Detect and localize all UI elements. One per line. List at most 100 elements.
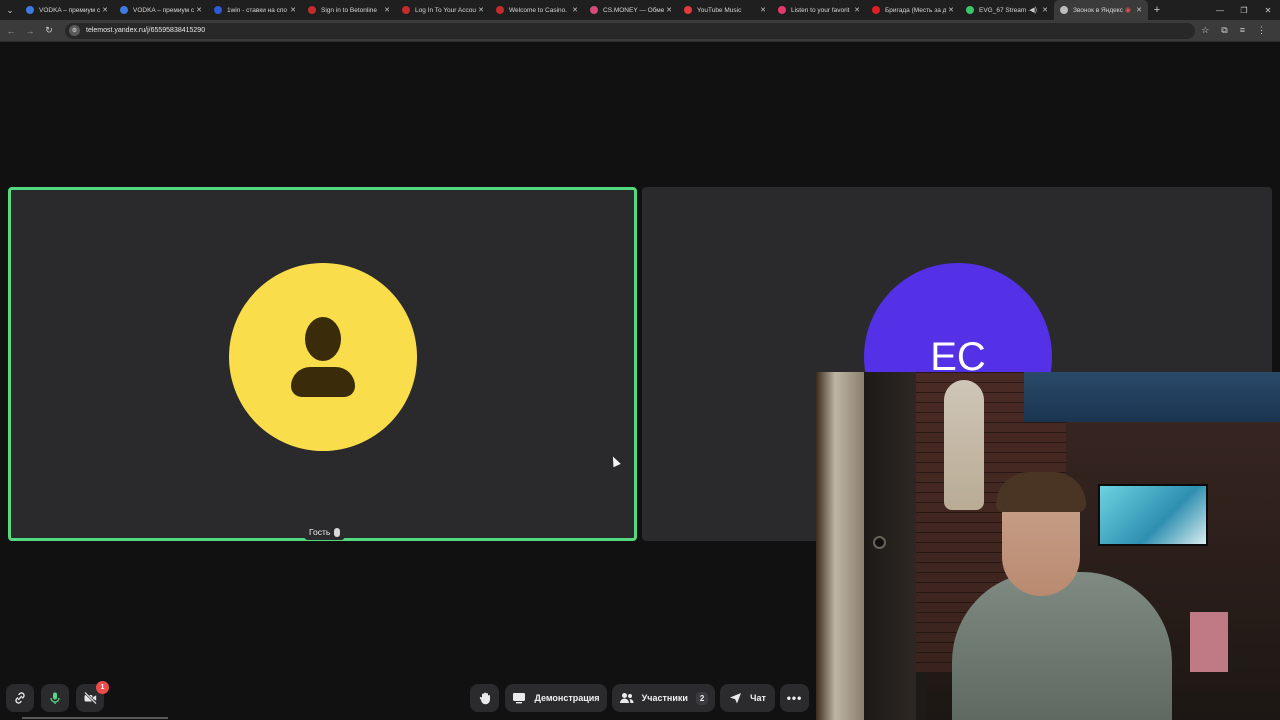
cam-tv — [1098, 484, 1208, 546]
tab-favicon-icon — [684, 6, 692, 14]
tab-favicon-icon — [308, 6, 316, 14]
browser-tab[interactable]: Sign in to Betonline ✕ — [302, 0, 396, 20]
address-bar[interactable]: ⚙ telemost.yandex.ru/j/65595838415290 — [65, 22, 1195, 39]
tab-close-icon[interactable]: ✕ — [946, 6, 956, 14]
participant-tile-guest[interactable]: Гость — [8, 187, 637, 541]
more-options-button[interactable]: ••• — [780, 684, 809, 712]
tab-close-icon[interactable]: ✕ — [1040, 6, 1050, 14]
camera-off-icon — [83, 691, 98, 705]
browser-tab[interactable]: VODKA – премиум ca ✕ — [114, 0, 208, 20]
tab-title: VODKA – премиум ca — [39, 6, 100, 14]
participants-button[interactable]: Участники 2 — [612, 684, 715, 712]
tab-close-icon[interactable]: ✕ — [476, 6, 486, 14]
tab-favicon-icon — [1060, 6, 1068, 14]
cam-person-shirt — [952, 572, 1172, 720]
browser-tab[interactable]: VODKA – премиум ca ✕ — [20, 0, 114, 20]
chat-label: Чат — [750, 693, 766, 703]
close-window-icon[interactable]: ✕ — [1256, 6, 1280, 15]
tab-title: 1win - ставки на спо — [227, 6, 288, 14]
site-info-icon[interactable]: ⚙ — [69, 25, 80, 36]
browser-toolbar: ← → ↻ ⚙ telemost.yandex.ru/j/65595838415… — [0, 20, 1280, 42]
minimize-icon[interactable]: — — [1208, 6, 1232, 15]
tab-favicon-icon — [402, 6, 410, 14]
screen-share-button[interactable]: Демонстрация — [505, 684, 607, 712]
browser-tab-active[interactable]: Звонок в Яндекс ◉ ✕ — [1054, 0, 1148, 20]
tab-title: Log In To Your Accou — [415, 6, 476, 14]
tab-close-icon[interactable]: ✕ — [852, 6, 862, 14]
tab-close-icon[interactable]: ✕ — [382, 6, 392, 14]
back-icon[interactable]: ← — [4, 24, 18, 38]
cam-shelf — [1190, 612, 1228, 672]
tab-audio-icon[interactable]: ◀) — [1029, 6, 1037, 14]
tab-title: EVG_67 Stream - — [979, 6, 1030, 14]
cam-door — [816, 372, 864, 720]
cam-window — [1024, 372, 1280, 422]
reload-icon[interactable]: ↻ — [42, 24, 56, 38]
tab-favicon-icon — [778, 6, 786, 14]
tab-title: Звонок в Яндекс — [1073, 6, 1123, 14]
send-icon — [729, 692, 742, 704]
screen-share-label: Демонстрация — [534, 693, 600, 703]
tab-recording-icon: ◉ — [1124, 7, 1131, 14]
browser-tab[interactable]: Welcome to Casino. ✕ — [490, 0, 584, 20]
tab-favicon-icon — [872, 6, 880, 14]
window-controls: — ❐ ✕ — [1208, 6, 1280, 15]
bookmark-star-icon[interactable]: ☆ — [1201, 25, 1209, 36]
browser-menu-icon[interactable]: ⋮ — [1257, 25, 1266, 36]
tab-close-icon[interactable]: ✕ — [1134, 6, 1144, 14]
tab-title: Sign in to Betonline — [321, 6, 378, 14]
participants-icon — [619, 692, 634, 704]
browser-tab[interactable]: 1win - ставки на спо ✕ — [208, 0, 302, 20]
browser-tab-bar: ⌄ VODKA – премиум ca ✕ VODKA – премиум c… — [0, 0, 1280, 20]
person-icon-body — [291, 367, 355, 397]
tab-search-icon[interactable]: ⌄ — [0, 0, 20, 20]
participant-name-label: Гость — [304, 524, 346, 540]
participant-name: Гость — [309, 527, 331, 537]
participants-count: 2 — [695, 691, 709, 705]
microphone-button[interactable] — [41, 684, 69, 712]
screen-share-icon — [512, 692, 526, 704]
tab-close-icon[interactable]: ✕ — [194, 6, 204, 14]
tab-close-icon[interactable]: ✕ — [288, 6, 298, 14]
browser-tab[interactable]: EVG_67 Stream - ◀) ✕ — [960, 0, 1054, 20]
hand-icon — [478, 691, 492, 705]
cam-statue — [944, 380, 984, 510]
participants-label: Участники — [641, 693, 688, 703]
tab-favicon-icon — [214, 6, 222, 14]
copy-link-button[interactable] — [6, 684, 34, 712]
tab-title: CS.MONEY — Обмен — [603, 6, 664, 14]
tab-title: Listen to your favorit — [791, 6, 850, 14]
guest-avatar — [229, 263, 417, 451]
microphone-on-icon — [48, 691, 62, 705]
tab-title: Бригада (Месть за д — [885, 6, 946, 14]
tab-favicon-icon — [120, 6, 128, 14]
tab-close-icon[interactable]: ✕ — [758, 6, 768, 14]
extensions-icon[interactable]: ⧉ — [1221, 25, 1227, 36]
tab-close-icon[interactable]: ✕ — [664, 6, 674, 14]
tab-favicon-icon — [496, 6, 504, 14]
chat-button[interactable]: Чат — [720, 684, 775, 712]
tab-title: VODKA – премиум ca — [133, 6, 194, 14]
browser-tab[interactable]: Бригада (Месть за д ✕ — [866, 0, 960, 20]
browser-tab[interactable]: YouTube Music ✕ — [678, 0, 772, 20]
tab-title: YouTube Music — [697, 6, 742, 14]
cam-person-hair — [996, 472, 1086, 512]
cam-door-frame — [864, 372, 916, 720]
tab-favicon-icon — [966, 6, 974, 14]
forward-icon[interactable]: → — [23, 24, 37, 38]
person-icon-head — [305, 317, 341, 361]
raise-hand-button[interactable] — [470, 684, 499, 712]
tab-close-icon[interactable]: ✕ — [100, 6, 110, 14]
tab-favicon-icon — [26, 6, 34, 14]
new-tab-icon[interactable]: + — [1148, 4, 1166, 16]
tab-close-icon[interactable]: ✕ — [570, 6, 580, 14]
browser-tab[interactable]: Log In To Your Accou ✕ — [396, 0, 490, 20]
media-control-icon[interactable]: ≡ — [1240, 25, 1245, 36]
browser-tab[interactable]: Listen to your favorit ✕ — [772, 0, 866, 20]
restore-icon[interactable]: ❐ — [1232, 6, 1256, 15]
tab-favicon-icon — [590, 6, 598, 14]
url-text[interactable]: telemost.yandex.ru/j/65595838415290 — [86, 27, 205, 34]
tab-title: Welcome to Casino. — [509, 6, 568, 14]
browser-tab[interactable]: CS.MONEY — Обмен ✕ — [584, 0, 678, 20]
toolbar-actions: ☆ ⧉ ≡ ⋮ — [1201, 25, 1280, 36]
